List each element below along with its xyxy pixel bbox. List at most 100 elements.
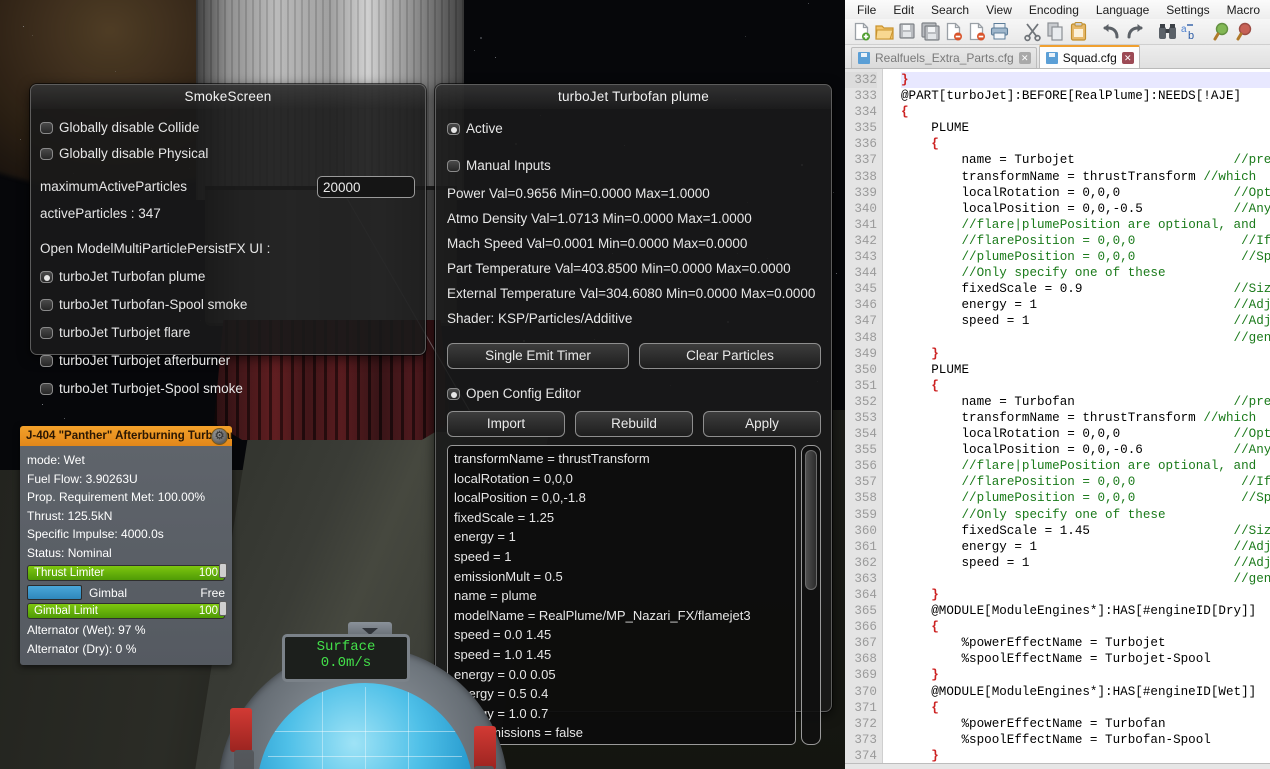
config-scrollbar-thumb[interactable] <box>805 450 817 590</box>
checkbox-icon[interactable] <box>40 327 53 339</box>
close-all-icon[interactable] <box>966 21 987 42</box>
star <box>480 36 483 39</box>
star <box>23 26 25 28</box>
zoom-out-icon[interactable] <box>1236 21 1257 42</box>
menu-item-settings[interactable]: Settings <box>1166 3 1209 17</box>
thrust-limiter-slider[interactable]: Thrust Limiter 100 <box>27 563 227 581</box>
undo-icon[interactable] <box>1101 21 1122 42</box>
line-number: 348 <box>854 330 877 345</box>
clear-particles-button[interactable]: Clear Particles <box>639 343 821 369</box>
find-icon[interactable] <box>1157 21 1178 42</box>
toggle-active[interactable]: Active <box>447 116 821 142</box>
plume-window-title: turboJet Turbofan plume <box>436 85 831 109</box>
radio-checked-icon[interactable] <box>40 271 53 283</box>
rebuild-button[interactable]: Rebuild <box>575 411 693 437</box>
paste-icon[interactable] <box>1068 21 1089 42</box>
gforce-red-zone <box>474 726 496 769</box>
menu-item-file[interactable]: File <box>857 3 876 17</box>
toggle-globally-disable-physical[interactable]: Globally disable Physical <box>40 141 415 167</box>
config-text-area[interactable]: transformName = thrustTransform localRot… <box>447 445 796 745</box>
toggle-label: Globally disable Physical <box>59 146 209 161</box>
close-file-icon[interactable] <box>943 21 964 42</box>
throttle-gauge[interactable] <box>234 750 254 769</box>
menu-item-edit[interactable]: Edit <box>893 3 914 17</box>
document-tab-1[interactable]: Squad.cfg ✕ <box>1038 45 1140 68</box>
effect-item-0[interactable]: turboJet Turbofan plume <box>40 263 415 291</box>
engine-stat-0: mode: Wet <box>27 453 85 467</box>
slider-knob[interactable] <box>219 601 227 616</box>
menu-item-encoding[interactable]: Encoding <box>1029 3 1079 17</box>
navball-speed-value: 0.0m/s <box>320 655 372 671</box>
toggle-manual-inputs[interactable]: Manual Inputs <box>447 153 821 179</box>
gear-icon[interactable]: ⚙ <box>211 428 228 445</box>
close-icon[interactable]: ✕ <box>1121 51 1134 64</box>
import-button[interactable]: Import <box>447 411 565 437</box>
gimbal-toggle-button[interactable] <box>27 585 82 600</box>
line-number: 341 <box>854 217 877 232</box>
menu-item-search[interactable]: Search <box>931 3 969 17</box>
config-scrollbar[interactable] <box>801 445 821 745</box>
toggle-globally-disable-collide[interactable]: Globally disable Collide <box>40 115 415 141</box>
navball-sphere[interactable] <box>257 683 473 769</box>
checkbox-icon[interactable] <box>40 122 53 134</box>
throttle-red-zone <box>230 708 252 752</box>
navball-speed-readout[interactable]: Surface 0.0m/s <box>282 634 410 682</box>
close-icon[interactable]: ✕ <box>1018 52 1031 64</box>
redo-icon[interactable] <box>1124 21 1145 42</box>
document-tab-0[interactable]: Realfuels_Extra_Parts.cfg ✕ <box>851 47 1037 68</box>
svg-text:a: a <box>1181 24 1187 35</box>
code-line: //flare|plumePosition are optional, and <box>961 459 1257 474</box>
effect-item-label: turboJet Turbofan plume <box>59 269 206 284</box>
print-icon[interactable] <box>989 21 1010 42</box>
code-editor[interactable]: 332 333 334 335 336 337 338 339 340 341 342 343 344 3… <box>845 69 1270 769</box>
effect-item-label: turboJet Turbojet-Spool smoke <box>59 381 243 396</box>
new-file-icon[interactable] <box>851 21 872 42</box>
code-line: speed = 1 //Adjus <box>901 314 1270 329</box>
star <box>115 70 117 72</box>
checkbox-icon[interactable] <box>40 299 53 311</box>
code-line: localPosition = 0,0,-0.5 //Any c <box>901 201 1270 216</box>
save-all-icon[interactable] <box>920 21 941 42</box>
radio-checked-icon[interactable] <box>447 388 460 400</box>
radio-checked-icon[interactable] <box>447 123 460 135</box>
document-tab-label: Realfuels_Extra_Parts.cfg <box>875 51 1014 65</box>
code-line: } <box>931 346 939 361</box>
checkbox-icon[interactable] <box>40 148 53 160</box>
checkbox-icon[interactable] <box>40 355 53 367</box>
effect-item-1[interactable]: turboJet Turbofan-Spool smoke <box>40 291 415 319</box>
status-bar <box>845 763 1270 769</box>
line-number: 362 <box>854 555 877 570</box>
line-number: 337 <box>854 153 877 168</box>
cut-icon[interactable] <box>1022 21 1043 42</box>
save-icon[interactable] <box>897 21 918 42</box>
checkbox-icon[interactable] <box>447 160 460 172</box>
code-line: } <box>901 72 1270 89</box>
effect-item-2[interactable]: turboJet Turbojet flare <box>40 319 415 347</box>
max-active-particles-input[interactable] <box>317 176 415 198</box>
apply-button[interactable]: Apply <box>703 411 821 437</box>
code-line: %powerEffectName = Turbofan <box>901 716 1166 731</box>
open-folder-icon[interactable] <box>874 21 895 42</box>
toggle-label: Globally disable Collide <box>59 120 200 135</box>
menu-item-language[interactable]: Language <box>1096 3 1149 17</box>
engine-stat-2: Prop. Requirement Met: 100.00% <box>27 490 206 504</box>
slider-knob[interactable] <box>219 563 227 578</box>
plume-readout-0: Power Val=0.9656 Min=0.0000 Max=1.0000 <box>447 186 710 201</box>
effect-item-3[interactable]: turboJet Turbojet afterburner <box>40 347 415 375</box>
zoom-in-icon[interactable] <box>1213 21 1234 42</box>
line-number: 336 <box>854 137 877 152</box>
single-emit-timer-button[interactable]: Single Emit Timer <box>447 343 629 369</box>
plume-editor-window: turboJet Turbofan plume Active Manual In… <box>435 84 832 745</box>
gimbal-limit-slider[interactable]: Gimbal Limit 100 <box>27 601 227 619</box>
fold-margin[interactable] <box>883 69 897 769</box>
copy-icon[interactable] <box>1045 21 1066 42</box>
menu-item-macro[interactable]: Macro <box>1227 3 1260 17</box>
effect-item-4[interactable]: turboJet Turbojet-Spool smoke <box>40 375 415 403</box>
replace-icon[interactable]: ab <box>1180 21 1201 42</box>
menu-item-view[interactable]: View <box>986 3 1012 17</box>
code-content[interactable]: } @PART[turboJet]:BEFORE[RealPlume]:NEEDS… <box>897 69 1270 769</box>
line-number: 334 <box>854 105 877 120</box>
checkbox-icon[interactable] <box>40 383 53 395</box>
plume-readout-1: Atmo Density Val=1.0713 Min=0.0000 Max=1… <box>447 211 752 226</box>
toggle-open-config-editor[interactable]: Open Config Editor <box>447 381 821 407</box>
